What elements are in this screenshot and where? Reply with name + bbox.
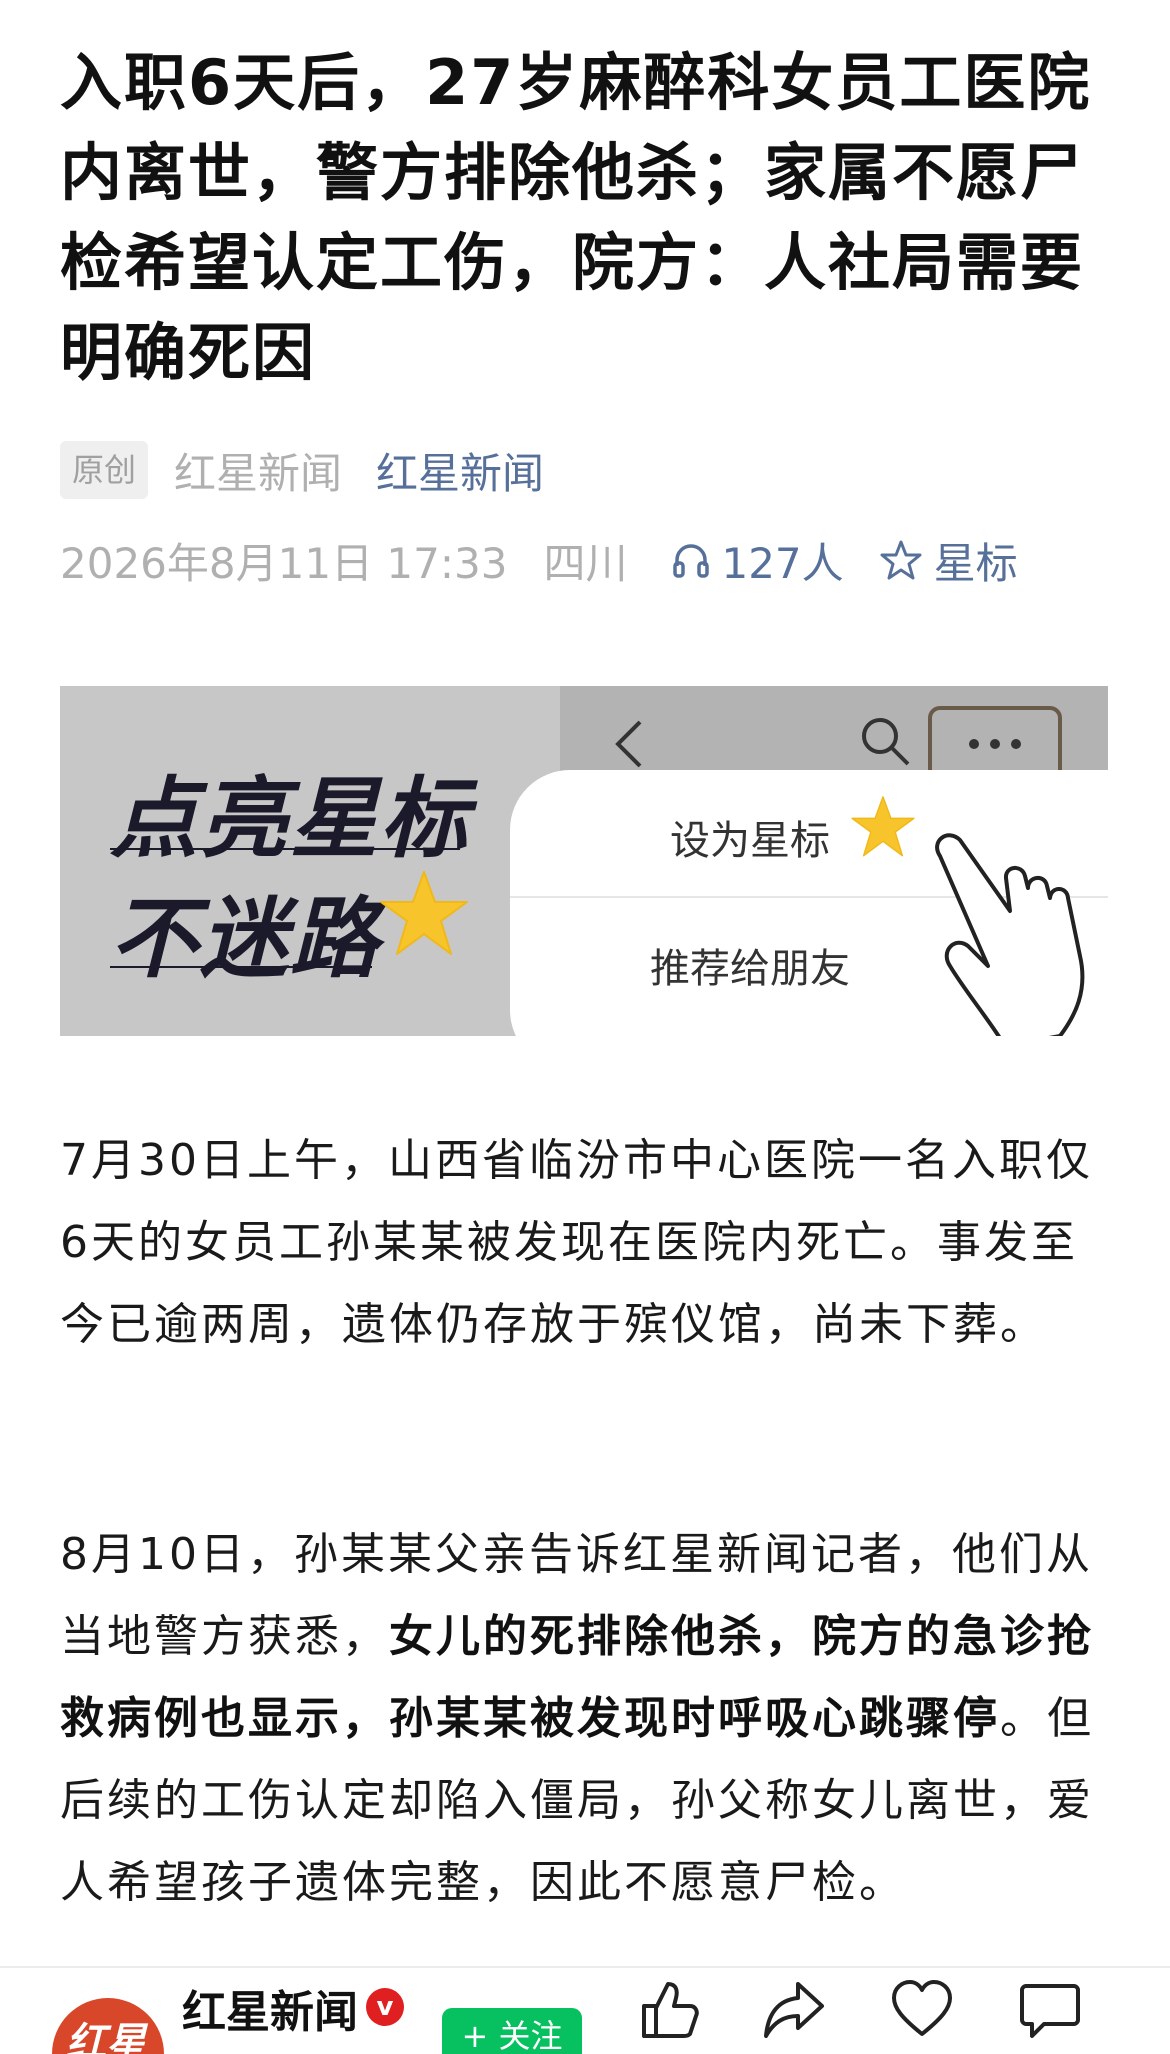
author-row: 原创 红星新闻 红星新闻 bbox=[60, 440, 544, 500]
slogan-underline-2 bbox=[110, 966, 372, 968]
follow-button[interactable]: + 关注 bbox=[442, 2008, 582, 2054]
bottom-action-bar: 红星 红星新闻 v + 关注 bbox=[0, 1966, 1170, 2054]
headphones-icon bbox=[673, 544, 710, 578]
meta-info-row: 2026年8月11日 17:33 四川 127人 星标 bbox=[60, 528, 1120, 592]
verified-badge: v bbox=[366, 1988, 404, 2026]
body-paragraph-1: 7月30日上午，山西省临汾市中心医院一名入职仅6天的女员工孙某某被发现在医院内死… bbox=[60, 1135, 1093, 1350]
star-button[interactable]: 星标 bbox=[880, 530, 1018, 591]
account-name[interactable]: 红星新闻 bbox=[182, 1976, 358, 2040]
account-link[interactable]: 红星新闻 bbox=[376, 440, 544, 501]
body-paragraph-2: 8月10日，孙某某父亲告诉红星新闻记者，他们从当地警方获悉，女儿的死排除他杀，院… bbox=[60, 1514, 1112, 1970]
heart-icon[interactable] bbox=[890, 1978, 954, 2042]
listen-count: 127人 bbox=[721, 538, 844, 588]
listen-button[interactable]: 127人 bbox=[671, 530, 844, 591]
menu-recommend: 推荐给朋友 bbox=[650, 946, 850, 992]
star-label: 星标 bbox=[933, 538, 1018, 588]
avatar-text: 红星 bbox=[66, 2020, 146, 2054]
banner-slogan-line1: 点亮星标 bbox=[110, 766, 471, 870]
star-promo-banner: 点亮星标 不迷路 设为星标 推荐给朋友 bbox=[60, 686, 1108, 1036]
menu-set-star: 设为星标 bbox=[670, 818, 830, 864]
original-badge: 原创 bbox=[60, 441, 149, 499]
publish-date: 2026年8月11日 17:33 bbox=[60, 538, 508, 588]
star-outline-icon bbox=[880, 540, 922, 580]
article-title: 入职6天后，27岁麻醉科女员工医院内离世，警方排除他杀；家属不愿尸检希望认定工伤… bbox=[60, 46, 1092, 389]
share-icon[interactable] bbox=[762, 1978, 826, 2042]
thumbs-up-icon[interactable] bbox=[636, 1978, 700, 2042]
search-icon bbox=[862, 718, 910, 766]
article-page: 入职6天后，27岁麻醉科女员工医院内离世，警方排除他杀；家属不愿尸检希望认定工伤… bbox=[0, 0, 1170, 2054]
star-icon bbox=[851, 796, 915, 857]
comment-icon[interactable] bbox=[1018, 1978, 1082, 2042]
slogan-underline-1 bbox=[110, 848, 460, 850]
star-icon bbox=[380, 871, 468, 955]
back-icon bbox=[615, 720, 642, 768]
account-avatar[interactable]: 红星 bbox=[52, 1998, 164, 2054]
pointing-hand-icon bbox=[935, 833, 1085, 1036]
author-name: 红星新闻 bbox=[174, 448, 343, 498]
publish-region: 四川 bbox=[543, 538, 628, 588]
banner-slogan-line2: 不迷路 bbox=[110, 886, 381, 990]
